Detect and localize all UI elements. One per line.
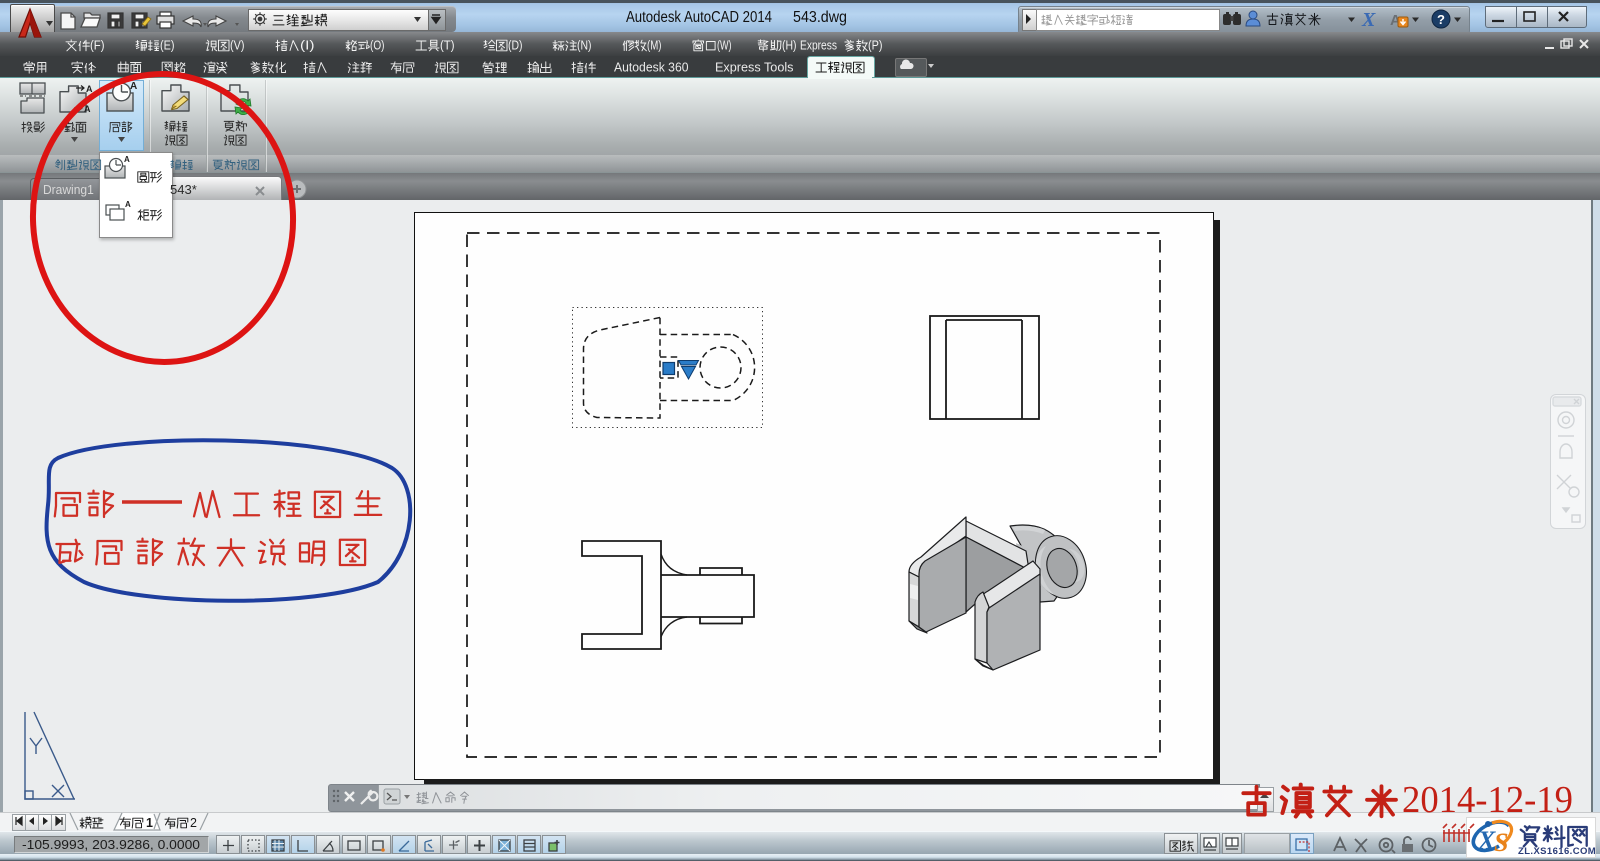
svg-text:(D): (D) (508, 39, 523, 53)
svg-text:(I): (I) (300, 39, 315, 53)
svg-text:543.dwg: 543.dwg (793, 9, 847, 26)
svg-text:X: X (1361, 9, 1376, 31)
svg-text:2014-12-19: 2014-12-19 (1402, 779, 1573, 821)
svg-text:1: 1 (146, 816, 153, 830)
svg-text:Express: Express (800, 39, 837, 53)
svg-text:-105.9993, 203.9286, 0.0000: -105.9993, 203.9286, 0.0000 (22, 838, 200, 852)
svg-text:Drawing1: Drawing1 (43, 183, 94, 197)
svg-text:(H): (H) (782, 39, 797, 53)
svg-text:543*: 543* (170, 182, 197, 197)
svg-text:(V): (V) (230, 39, 245, 53)
svg-text:A: A (86, 84, 93, 94)
svg-text:(P): (P) (868, 39, 883, 53)
svg-text:(W): (W) (717, 39, 732, 53)
svg-text:Autodesk AutoCAD 2014: Autodesk AutoCAD 2014 (626, 9, 772, 26)
svg-text:Autodesk 360: Autodesk 360 (614, 61, 689, 75)
svg-text:(N): (N) (577, 39, 592, 53)
svg-text:S: S (1494, 828, 1508, 857)
svg-text:2: 2 (190, 816, 197, 830)
svg-text:ZL.XS1616.COM: ZL.XS1616.COM (1518, 846, 1596, 857)
svg-text:Express Tools: Express Tools (715, 61, 794, 75)
svg-text:(O): (O) (370, 39, 385, 53)
svg-text:A: A (130, 81, 137, 92)
svg-text:(E): (E) (160, 39, 175, 53)
svg-text:?: ? (1437, 12, 1445, 27)
svg-text:(F): (F) (90, 39, 105, 53)
svg-text:(T): (T) (440, 39, 455, 53)
svg-text:A: A (124, 155, 130, 164)
svg-text:A: A (125, 200, 131, 209)
svg-text:(M): (M) (647, 39, 662, 53)
